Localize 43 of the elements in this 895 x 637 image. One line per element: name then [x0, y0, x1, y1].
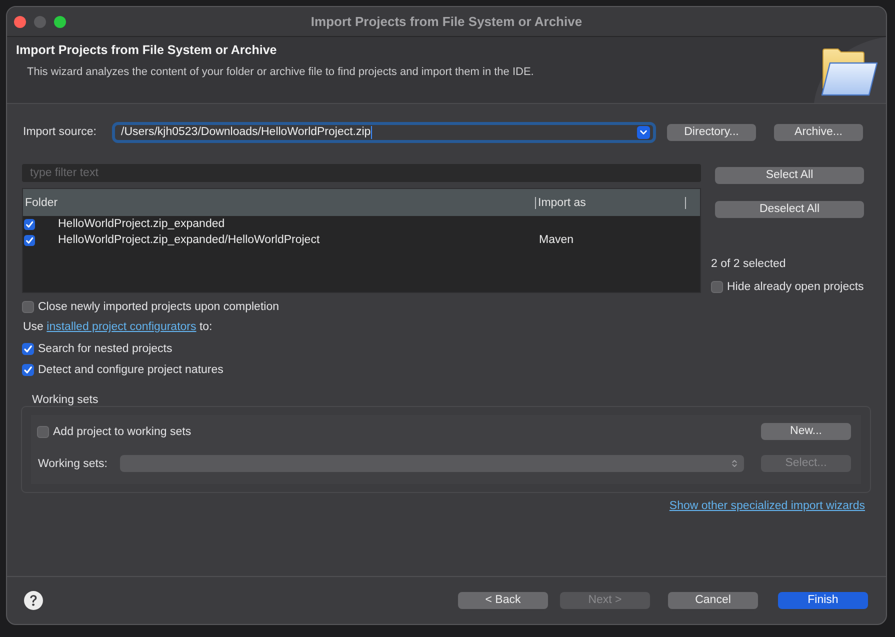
checkbox[interactable]: [24, 234, 35, 246]
table-cell-text: HelloWorldProject.zip_expanded: [57, 217, 225, 231]
import-wizards-link[interactable]: Show other specialized import wizards: [669, 500, 865, 513]
field-label: Working sets:: [37, 458, 108, 470]
field-label: Import source:: [22, 126, 98, 138]
wizard-title: Import Projects from File System or Archive: [16, 43, 278, 58]
checkbox-label: Search for nested projects: [38, 342, 172, 356]
chevron-down-icon: [640, 130, 647, 134]
column-header[interactable]: Folder: [23, 196, 536, 210]
push-button[interactable]: Archive...: [774, 124, 863, 140]
import-source-combo[interactable]: /Users/kjh0523/Downloads/HelloWorldProject.zip: [112, 122, 656, 142]
push-button[interactable]: < Back: [458, 592, 548, 609]
window-title: Import Projects from File System or Archive: [310, 14, 584, 29]
checkbox[interactable]: [22, 342, 34, 354]
selection-count: 2 of 2 selected: [711, 258, 786, 271]
push-button[interactable]: New...: [761, 423, 851, 440]
checkbox-label: Close newly imported projects upon completion: [38, 300, 279, 314]
group-title: Working sets: [32, 394, 98, 406]
configurators-sentence: Use installed project configurators to:: [22, 320, 212, 335]
push-button[interactable]: Finish: [778, 592, 868, 609]
checkbox-label: Add project to working sets: [53, 424, 192, 438]
help-icon[interactable]: [24, 591, 43, 610]
configurators-link[interactable]: installed project configurators: [46, 321, 196, 333]
window-close-button[interactable]: [14, 16, 26, 28]
checkbox[interactable]: [22, 364, 34, 376]
push-button[interactable]: Select All: [715, 167, 864, 184]
checkbox[interactable]: [37, 426, 49, 438]
chevrons-up-down-icon: [730, 459, 739, 468]
column-header[interactable]: Import as: [536, 196, 686, 210]
table-cell-text: HelloWorldProject.zip_expanded/HelloWorldProject: [57, 233, 320, 247]
window-zoom-button[interactable]: [54, 16, 66, 28]
checkbox[interactable]: [22, 300, 34, 312]
push-button[interactable]: Deselect All: [715, 201, 864, 218]
dropdown-button[interactable]: [637, 126, 650, 138]
checkbox-label: Detect and configure project natures: [38, 362, 224, 376]
checkbox[interactable]: [711, 280, 723, 292]
filter-field[interactable]: type filter text: [22, 164, 701, 182]
checkbox[interactable]: [24, 218, 35, 230]
table-cell-text: Maven: [538, 233, 575, 247]
checkbox-label: Hide already open projects: [727, 280, 864, 294]
wizard-description: This wizard analyzes the content of your folder or archive file to find projects and import them in the IDE.: [26, 65, 534, 79]
push-button[interactable]: Directory...: [667, 124, 756, 140]
push-button[interactable]: Cancel: [668, 592, 758, 609]
